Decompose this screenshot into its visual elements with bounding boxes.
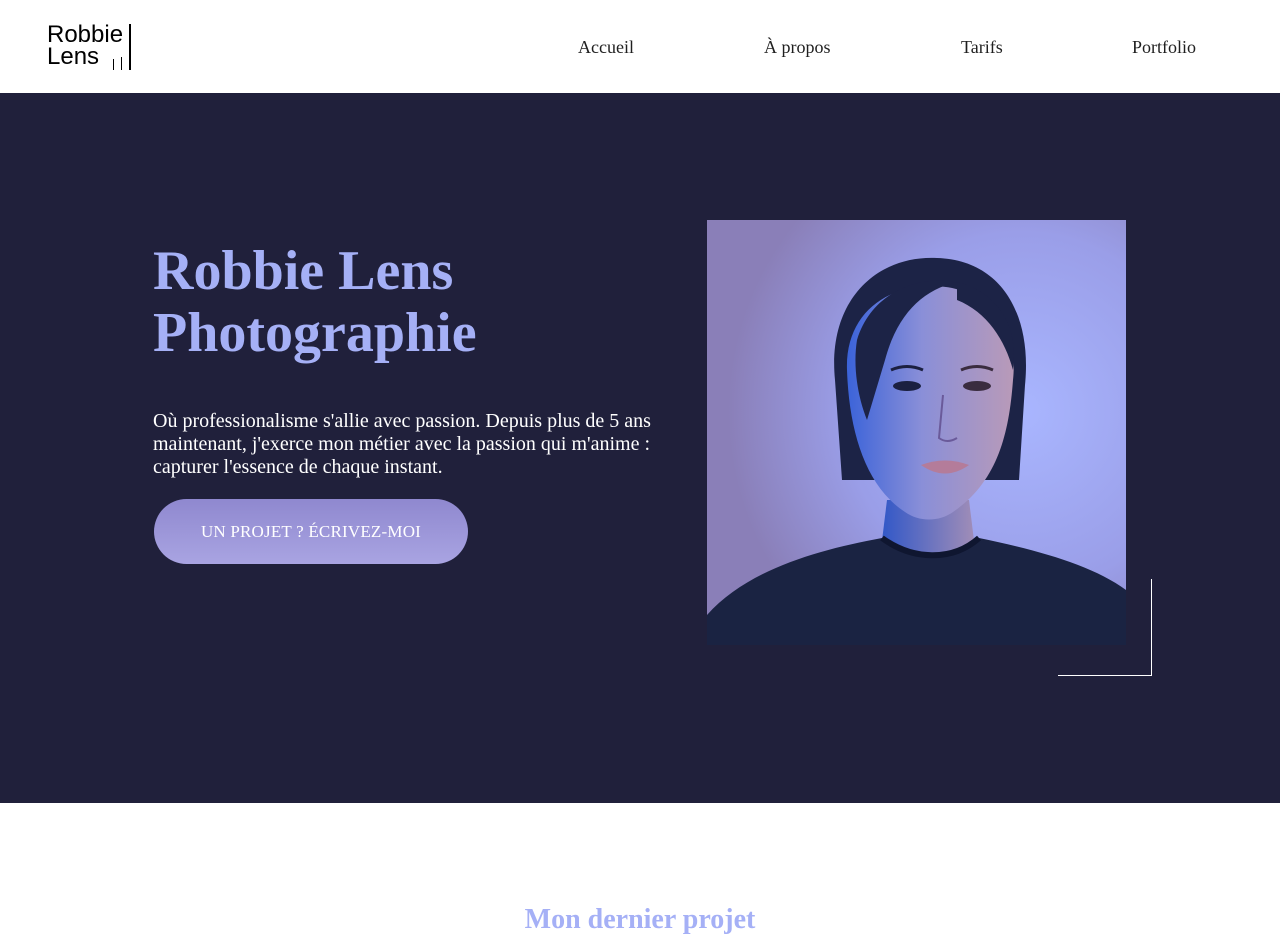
nav-link-accueil[interactable]: Accueil [578, 36, 634, 58]
nav-link-tarifs[interactable]: Tarifs [961, 36, 1003, 58]
hero-title-line2: Photographie [153, 302, 477, 364]
site-header: Robbie Lens Accueil À propos Tarifs Port… [0, 0, 1280, 93]
hero-section: Robbie Lens Photographie Où professional… [0, 93, 1280, 803]
nav-link-a-propos[interactable]: À propos [764, 36, 831, 58]
portrait-illustration [707, 220, 1126, 645]
hero-description: Où professionalisme s'allie avec passion… [153, 410, 651, 478]
nav-link-portfolio[interactable]: Portfolio [1132, 36, 1196, 58]
site-logo[interactable]: Robbie Lens [47, 23, 137, 72]
hero-title: Robbie Lens Photographie [153, 240, 673, 364]
hero-title-line1: Robbie Lens [153, 240, 454, 302]
logo-divider [129, 24, 131, 70]
contact-cta-button[interactable]: UN PROJET ? ÉCRIVEZ-MOI [154, 499, 468, 564]
section-title-latest-project: Mon dernier projet [524, 904, 756, 935]
portrait-photo [707, 220, 1126, 645]
